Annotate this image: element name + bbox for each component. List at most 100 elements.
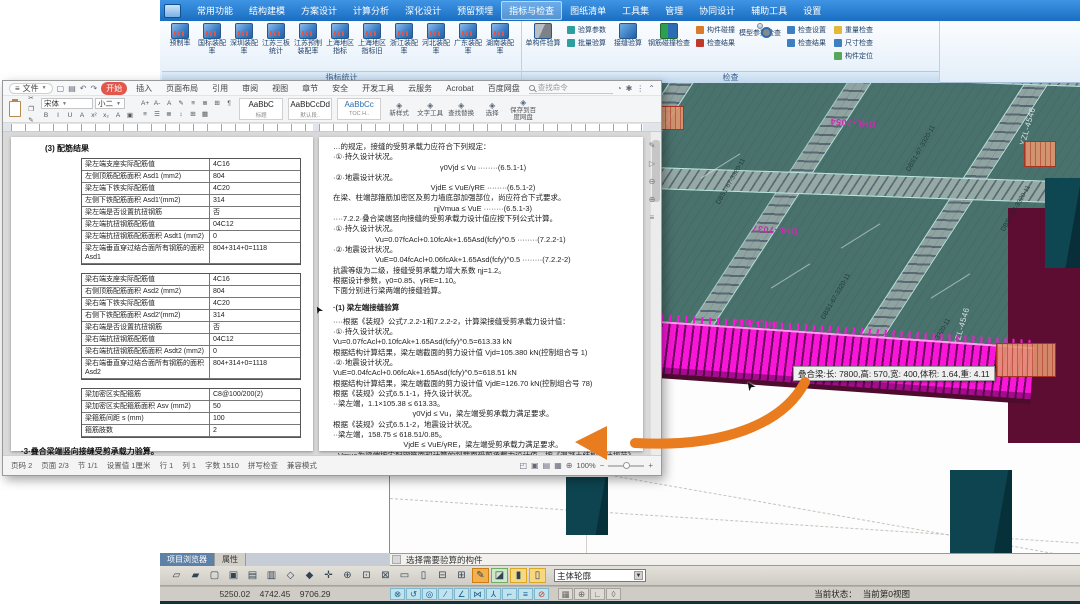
view-mode-icon[interactable]: ⊕ <box>566 461 573 470</box>
ribbon-button[interactable]: 湖南装配率 <box>484 22 516 56</box>
view-tool-icon[interactable]: ⊞ <box>453 568 470 583</box>
font-family-select[interactable]: 宋体▼ <box>41 98 93 109</box>
window-control-icon[interactable]: ◔ <box>617 84 622 93</box>
font-tool-icon[interactable]: ⊞ <box>212 99 222 108</box>
font-tool-icon[interactable]: A+ <box>140 99 150 108</box>
view-mode-icon[interactable]: ◰ <box>520 461 528 470</box>
format-tool-icon[interactable]: A <box>77 111 87 120</box>
view-tool-icon[interactable]: ◆ <box>301 568 318 583</box>
joint-check-button[interactable]: 接缝验算 <box>609 22 647 48</box>
view-tool-icon[interactable]: ▰ <box>187 568 204 583</box>
view-mode-icon[interactable]: ▤ <box>543 461 551 470</box>
ribbon-tab[interactable]: 协同设计 <box>691 1 743 20</box>
side-tool-icon[interactable]: ✎ <box>649 141 656 150</box>
word-menu-tab[interactable]: 页面布局 <box>161 82 203 95</box>
format-tool-icon[interactable]: B <box>41 111 51 120</box>
view-tool-icon[interactable]: ▯ <box>529 568 546 583</box>
side-tool-icon[interactable]: ⊖ <box>649 177 656 186</box>
grid-tool-icon[interactable]: ∟ <box>590 588 605 600</box>
word-menu-tab[interactable]: 百度网盘 <box>483 82 525 95</box>
model-params-check-button[interactable]: 模型参数检查 <box>738 22 782 38</box>
view-mode-icon[interactable]: ▦ <box>554 461 562 470</box>
snap-tool-icon[interactable]: ⌐ <box>502 588 517 600</box>
word-tool-button[interactable]: ◈ 查找替换 <box>448 101 474 117</box>
snap-tool-icon[interactable]: ∠ <box>454 588 469 600</box>
member-clash-button[interactable]: 构件碰撞 <box>696 25 735 35</box>
font-tool-icon[interactable]: ¶ <box>224 99 234 108</box>
snap-tool-icon[interactable]: ◎ <box>422 588 437 600</box>
window-control-icon[interactable]: ⋮ <box>636 84 644 93</box>
ribbon-button[interactable]: 浙江装配率 <box>388 22 420 56</box>
snap-tool-icon[interactable]: ⅄ <box>486 588 501 600</box>
word-menu-tab[interactable]: 云服务 <box>403 82 437 95</box>
paste-button[interactable] <box>9 101 21 117</box>
zoom-out-button[interactable]: − <box>600 461 605 470</box>
snap-tool-icon[interactable]: ⊗ <box>390 588 405 600</box>
word-menu-tab[interactable]: 开发工具 <box>357 82 399 95</box>
ribbon-tab[interactable]: 方案设计 <box>293 1 345 20</box>
format-tool-icon[interactable]: x₂ <box>101 111 111 120</box>
align-right-icon[interactable]: ≣ <box>164 110 174 119</box>
ribbon-tab[interactable]: 辅助工具 <box>743 1 795 20</box>
search-command-box[interactable]: 查找命令 <box>529 83 613 94</box>
style-gallery-card[interactable]: AaBbCc TOC H.. <box>337 98 381 120</box>
format-tool-icon[interactable]: ▣ <box>125 111 135 120</box>
quick-access-icon[interactable]: ↶ <box>80 84 87 93</box>
word-menu-tab[interactable]: 插入 <box>131 82 157 95</box>
ribbon-button[interactable]: 深圳装配率 <box>228 22 260 56</box>
word-menu-tab[interactable]: 视图 <box>267 82 293 95</box>
font-size-select[interactable]: 小二▼ <box>95 98 125 109</box>
ribbon-button[interactable]: 江苏预制装配率 <box>292 22 324 56</box>
ribbon-button[interactable]: 国标装配率 <box>196 22 228 56</box>
view-tool-icon[interactable]: ▮ <box>510 568 527 583</box>
ribbon-tab[interactable]: 结构建模 <box>241 1 293 20</box>
word-menu-tab[interactable]: 安全 <box>327 82 353 95</box>
view-tool-icon[interactable]: ⊠ <box>377 568 394 583</box>
window-control-icon[interactable]: ⌃ <box>648 84 655 93</box>
clipboard-tool-icon[interactable]: ❐ <box>26 105 36 114</box>
single-member-check-button[interactable]: 单构件验算 <box>524 22 562 48</box>
ribbon-button[interactable]: 上海地区指标 <box>324 22 356 56</box>
font-tool-icon[interactable]: ≣ <box>200 99 210 108</box>
grid-tool-icon[interactable]: ⊕ <box>574 588 589 600</box>
word-tool-button[interactable]: ◈ 新样式 <box>386 101 412 117</box>
grid-tool-icon[interactable]: ◊ <box>606 588 621 600</box>
word-menu-tab[interactable]: 开始 <box>101 82 127 95</box>
snap-tool-icon[interactable]: ≡ <box>518 588 533 600</box>
border-icon[interactable]: ▦ <box>200 110 210 119</box>
view-tool-icon[interactable]: ⊟ <box>434 568 451 583</box>
ribbon-tab[interactable]: 管理 <box>657 1 691 20</box>
view-tool-icon[interactable]: ▯ <box>415 568 432 583</box>
shading-icon[interactable]: ⊞ <box>188 110 198 119</box>
view-tool-icon[interactable]: ⊕ <box>339 568 356 583</box>
display-mode-dropdown[interactable]: 主体轮廓 ▼ <box>554 569 646 582</box>
grid-tool-icon[interactable]: ▦ <box>558 588 573 600</box>
ribbon-button[interactable]: 河北装配率 <box>420 22 452 56</box>
zoom-slider[interactable] <box>608 465 644 467</box>
font-tool-icon[interactable]: ≡ <box>188 99 198 108</box>
ribbon-button[interactable]: 广东装配率 <box>452 22 484 56</box>
ribbon-button[interactable]: 江苏三板统计 <box>260 22 292 56</box>
document-area[interactable]: (3) 配筋结果 梁左端支座实际配筋值 4C16 左侧顶筋配筋面积 Asd1 (… <box>3 132 661 457</box>
side-tool-icon[interactable]: ▷ <box>649 159 655 168</box>
rebar-clash-check-button[interactable]: 钢筋碰撞检查 <box>647 22 691 48</box>
command-prompt-bar[interactable]: 选择需要验算的构件 <box>390 553 1080 566</box>
member-locate-button[interactable]: 构件定位 <box>834 51 873 61</box>
line-spacing-icon[interactable]: ↕ <box>176 110 186 119</box>
panel-tab[interactable]: 项目浏览器 <box>160 553 215 566</box>
word-tool-button[interactable]: ◈ 选择 <box>479 101 505 117</box>
snap-tool-icon[interactable]: ⋈ <box>470 588 485 600</box>
align-left-icon[interactable]: ≡ <box>140 110 150 119</box>
snap-tool-icon[interactable]: ↺ <box>406 588 421 600</box>
weight-check-button[interactable]: 重量检查 <box>834 25 873 35</box>
word-tool-button[interactable]: ◈ 保存到百度网盘 <box>510 98 536 121</box>
quick-access-icon[interactable]: ▤ <box>68 84 76 93</box>
format-tool-icon[interactable]: I <box>53 111 63 120</box>
file-menu-button[interactable]: ≡文件▼ <box>9 83 53 94</box>
ribbon-tab[interactable]: 常用功能 <box>189 1 241 20</box>
ribbon-tab[interactable]: 设置 <box>795 1 829 20</box>
word-menu-tab[interactable]: 章节 <box>297 82 323 95</box>
side-tool-icon[interactable]: ⊕ <box>649 195 656 204</box>
view-tool-icon[interactable]: ▱ <box>168 568 185 583</box>
view-tool-icon[interactable]: ✛ <box>320 568 337 583</box>
